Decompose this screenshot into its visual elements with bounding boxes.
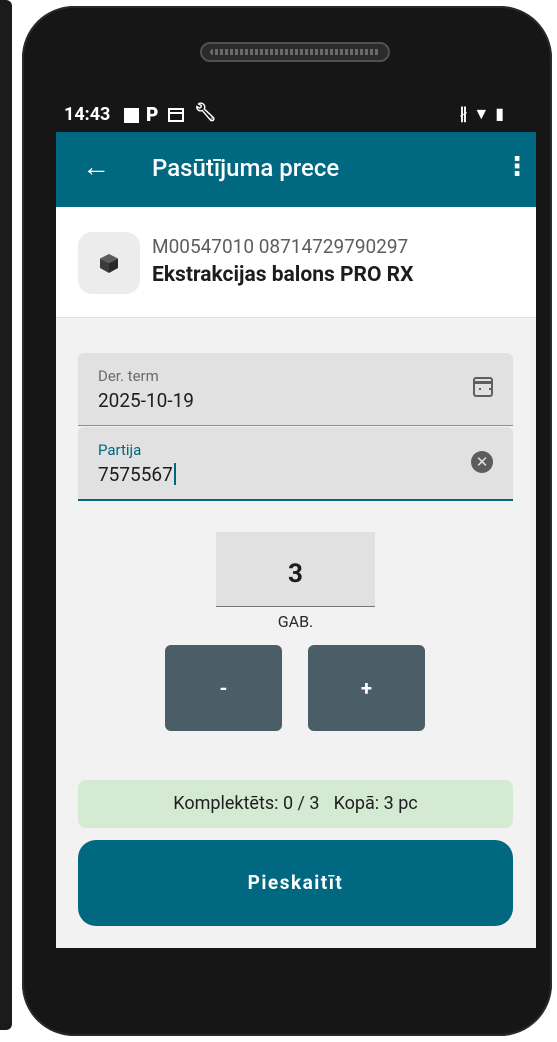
- earpiece-speaker: [200, 42, 390, 62]
- product-code: M00547010 08714729790297: [152, 235, 409, 258]
- app-bar: ← Pasūtījuma prece ⋮: [56, 132, 536, 207]
- wifi-icon: ▼: [473, 104, 496, 123]
- expiry-date-field[interactable]: Der. term 2025-10-19: [78, 353, 513, 426]
- decrement-button[interactable]: -: [165, 645, 282, 731]
- cube-icon: [100, 254, 118, 273]
- batch-field[interactable]: Partija 7575567 ✕: [78, 427, 513, 501]
- arrow-back-icon[interactable]: ←: [82, 152, 110, 182]
- calendar-picker-icon[interactable]: [473, 377, 493, 397]
- calendar-icon: [168, 108, 184, 122]
- status-time: 14:43: [64, 104, 111, 125]
- pick-summary-banner: Komplektēts: 0 / 3 Kopā: 3 pc: [78, 780, 513, 828]
- status-right-icons: ∦▼▮: [459, 104, 510, 124]
- bluetooth-icon: ∦: [459, 104, 474, 123]
- status-bar: 14:43 P 🔧︎ ∦▼▮: [64, 100, 534, 132]
- battery-icon: ▮: [495, 104, 510, 123]
- add-button[interactable]: Pieskaitīt: [78, 840, 513, 926]
- batch-input[interactable]: 7575567: [98, 463, 176, 486]
- parking-icon: P: [146, 103, 159, 126]
- clear-icon[interactable]: ✕: [471, 451, 493, 473]
- product-header: M00547010 08714729790297 Ekstrakcijas ba…: [56, 207, 536, 318]
- increment-button[interactable]: +: [308, 645, 425, 731]
- quantity-unit: GAB.: [277, 612, 314, 631]
- expiry-date-value[interactable]: 2025-10-19: [98, 389, 194, 412]
- app-screen: ← Pasūtījuma prece ⋮ M00547010 087147297…: [56, 132, 536, 948]
- adjacent-device-edge: [0, 0, 12, 1030]
- text-cursor: [173, 463, 176, 485]
- square-notification-icon: [124, 108, 139, 123]
- batch-value: 7575567: [98, 463, 173, 486]
- more-vert-icon[interactable]: ⋮: [504, 150, 530, 184]
- product-name: Ekstrakcijas balons PRO RX: [152, 263, 414, 287]
- completed-count: Komplektēts: 0 / 3: [173, 793, 320, 814]
- quantity-field[interactable]: 3: [216, 532, 375, 607]
- batch-label: Partija: [98, 441, 142, 459]
- product-thumbnail: [78, 232, 140, 294]
- page-title: Pasūtījuma prece: [152, 154, 340, 182]
- expiry-date-label: Der. term: [98, 367, 159, 385]
- total-count: Kopā: 3 pc: [333, 793, 418, 814]
- wrench-icon: 🔧︎: [194, 102, 217, 123]
